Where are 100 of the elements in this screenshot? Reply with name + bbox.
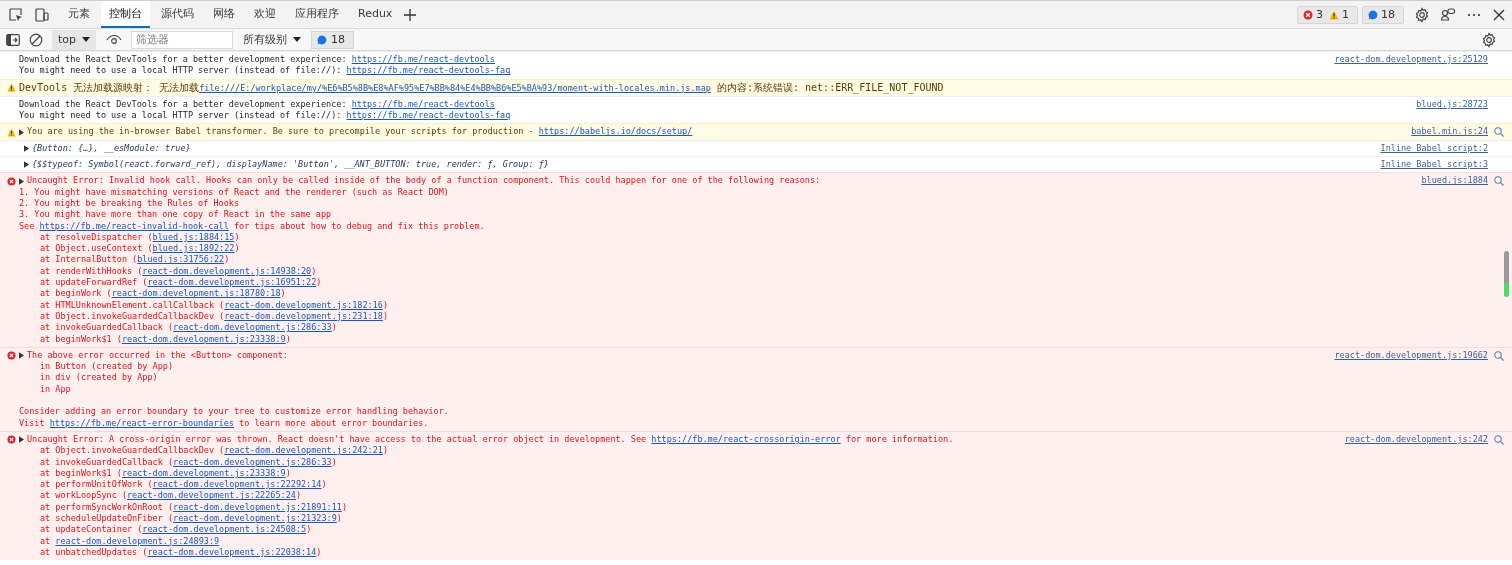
expand-arrow-icon[interactable] <box>19 351 24 359</box>
search-icon[interactable] <box>1494 350 1504 361</box>
link[interactable]: react-dom.development.js:24508:5 <box>142 524 307 535</box>
message-count: 18 <box>1381 8 1395 21</box>
link[interactable]: https://babeljs.io/docs/setup/ <box>538 126 693 137</box>
stack-frame: at Object.invokeGuardedCallbackDev (react-dom.development.js:231:18) <box>19 310 1402 323</box>
stack-frame: at updateContainer (react-dom.development.js:24508:5) <box>19 524 1325 536</box>
panel-tab[interactable]: 源代码 <box>153 1 202 28</box>
error-icon <box>7 176 16 186</box>
panel-tab[interactable]: 应用程序 <box>287 1 347 28</box>
source-link[interactable]: blued.js:28723 <box>1416 98 1488 111</box>
link[interactable]: react-dom.development.js:286:33 <box>173 456 332 467</box>
link[interactable]: react-dom.development.js:242:21 <box>224 445 383 456</box>
link[interactable]: https://fb.me/react-devtools <box>351 54 495 64</box>
expand-arrow-icon[interactable] <box>19 436 24 444</box>
log-level-dropdown[interactable]: 所有级别 <box>239 29 306 50</box>
search-icon[interactable] <box>1494 434 1504 445</box>
expand-arrow-icon[interactable] <box>24 161 29 169</box>
clear-console-icon[interactable] <box>29 32 43 47</box>
link[interactable]: react-dom.development.js:18780:18 <box>111 288 281 299</box>
source-link[interactable]: react-dom.development.js:242 <box>1344 433 1488 446</box>
link[interactable]: react-dom.development.js:14938:20 <box>142 265 312 276</box>
warning-icon <box>1329 9 1339 20</box>
stack-frame: at resolveDispatcher (blued.js:1884:15) <box>19 231 1402 244</box>
link[interactable]: react-dom.development.js:23338:9 <box>121 333 286 344</box>
link[interactable]: https://fb.me/react-devtools-faq <box>346 110 511 121</box>
stack-frame: at Object.useContext (blued.js:1892:22) <box>19 243 1402 255</box>
source-link[interactable]: react-dom.development.js:19662 <box>1334 349 1488 362</box>
link[interactable]: react-dom.development.js:21323:9 <box>173 513 337 523</box>
message-text: The above error occurred in the <Button> component: <box>27 349 288 362</box>
link[interactable]: https://fb.me/react-error-boundaries <box>49 417 234 428</box>
link[interactable]: file:///E:/workplace/my/%E6%B5%8B%E8%AF%95%E7%BB%84%E4%BB%B6%E5%BA%93/moment-with-locales.min.js.map <box>199 82 711 93</box>
link[interactable]: react-dom.development.js:24893:9 <box>55 535 220 546</box>
message-text: Uncaught Error: Invalid hook call. Hooks can only be called inside of the body of a function component. This could happen for one of the following reasons: <box>27 175 821 187</box>
source-link[interactable]: babel.min.js:24 <box>1411 126 1488 138</box>
message-text: DevTools 无法加载源映射： 无法加载file:///E:/workplace/my/%E6%B5%8B%E8%AF%95%E7%BB%84%E4%BB%B6%E5%BA%93/moment-with-locales.min.js.map 的内容:系统错误: net::ERR_FILE_NOT_FOUND <box>19 81 944 94</box>
settings-icon[interactable] <box>1481 31 1497 48</box>
message-text: Uncaught Error: A cross-origin error was thrown. React doesn't have access to the actual error object in development. See https://fb.me/react-crossorigin-error for more information. <box>27 433 954 446</box>
link[interactable]: react-dom.development.js:182:16 <box>224 299 383 310</box>
message-text: Download the React DevTools for a better development experience: https://fb.me/react-devtools <box>19 54 495 66</box>
message-text: You might need to use a local HTTP server (instead of file://): https://fb.me/react-devtools-faq <box>19 65 512 77</box>
search-icon[interactable] <box>1494 176 1504 187</box>
inspect-icon[interactable] <box>8 6 24 23</box>
message-text: 3. You might have more than one copy of React in the same app <box>19 209 333 221</box>
eye-icon[interactable] <box>106 33 123 46</box>
source-link[interactable]: react-dom.development.js:25129 <box>1334 54 1488 66</box>
warning-icon <box>7 83 16 93</box>
error-count: 3 <box>1316 8 1323 21</box>
link[interactable]: https://fb.me/react-devtools <box>351 98 495 109</box>
message-text: Consider adding an error boundary to your tree to customize error handling behavior. <box>19 406 450 418</box>
context-dropdown[interactable]: top <box>52 29 97 50</box>
error-warning-counter[interactable]: 3 1 <box>1297 5 1358 24</box>
expand-arrow-icon[interactable] <box>19 177 24 185</box>
error-icon <box>7 350 16 360</box>
link[interactable]: blued.js:1892:22 <box>152 243 235 254</box>
stack-frame: at beginWork (react-dom.development.js:18780:18) <box>19 288 1402 300</box>
stack-frame: at invokeGuardedCallback (react-dom.development.js:286:33) <box>19 322 1402 334</box>
link[interactable]: react-dom.development.js:286:33 <box>173 322 332 333</box>
link[interactable]: https://fb.me/react-devtools-faq <box>346 65 511 76</box>
search-icon[interactable] <box>1494 127 1504 138</box>
settings-icon[interactable] <box>1414 6 1430 23</box>
message-counter[interactable]: 18 <box>1362 5 1404 24</box>
link[interactable]: react-dom.development.js:16951:22 <box>147 277 317 288</box>
link[interactable]: blued.js:31756:22 <box>137 254 225 265</box>
panel-tab[interactable]: 欢迎 <box>246 1 284 28</box>
issues-badge[interactable]: 18 <box>311 30 355 49</box>
source-link[interactable]: Inline Babel script:3 <box>1380 159 1488 171</box>
stack-frame: at updateForwardRef (react-dom.development.js:16951:22) <box>19 277 1402 289</box>
expand-arrow-icon[interactable] <box>24 144 29 152</box>
filter-field[interactable]: 筛选器 <box>131 30 234 49</box>
link[interactable]: https://fb.me/react-invalid-hook-call <box>39 220 229 231</box>
caret-icon <box>293 37 302 42</box>
link[interactable]: react-dom.development.js:22292:14 <box>152 479 322 490</box>
object-preview[interactable]: {Button: {…}, __esModule: true} <box>32 142 191 155</box>
source-link[interactable]: Inline Babel script:2 <box>1380 142 1488 155</box>
expand-arrow-icon[interactable] <box>19 128 24 136</box>
stack-frame: at invokeGuardedCallback (react-dom.development.js:286:33) <box>19 456 1325 468</box>
panel-tab[interactable]: 网络 <box>205 1 243 28</box>
stack-frame: at performSyncWorkOnRoot (react-dom.development.js:21891:11) <box>19 501 1325 513</box>
panel-tab[interactable]: 元素 <box>60 1 98 28</box>
close-icon[interactable] <box>1492 7 1506 22</box>
link[interactable]: react-dom.development.js:22038:14 <box>147 546 317 557</box>
stack-frame: at Object.invokeGuardedCallbackDev (react-dom.development.js:242:21) <box>19 445 1325 457</box>
link[interactable]: https://fb.me/react-crossorigin-error <box>651 433 841 444</box>
link[interactable]: react-dom.development.js:23338:9 <box>121 467 286 478</box>
source-link[interactable]: blued.js:1884 <box>1421 175 1488 187</box>
link[interactable]: react-dom.development.js:22265:24 <box>127 490 296 501</box>
sidebar-toggle-icon[interactable] <box>6 33 20 46</box>
object-preview[interactable]: {$$typeof: Symbol(react.forward_ref), displayName: 'Button', __ANT_BUTTON: true, render: ƒ, Group: ƒ} <box>32 159 549 171</box>
people-chat-icon[interactable] <box>1440 6 1456 23</box>
link[interactable]: react-dom.development.js:21891:11 <box>173 501 342 512</box>
caret-icon <box>82 37 91 42</box>
panel-tab[interactable]: 控制台 <box>101 1 150 28</box>
scrollbar-thumb[interactable] <box>1504 251 1509 297</box>
link[interactable]: react-dom.development.js:231:18 <box>224 310 383 321</box>
link[interactable]: blued.js:1884:15 <box>152 231 235 242</box>
panel-tab[interactable]: Redux <box>350 1 401 28</box>
add-icon[interactable] <box>403 7 418 22</box>
stack-frame: at InternalButton (blued.js:31756:22) <box>19 254 1402 266</box>
device-toggle-icon[interactable] <box>34 6 50 23</box>
